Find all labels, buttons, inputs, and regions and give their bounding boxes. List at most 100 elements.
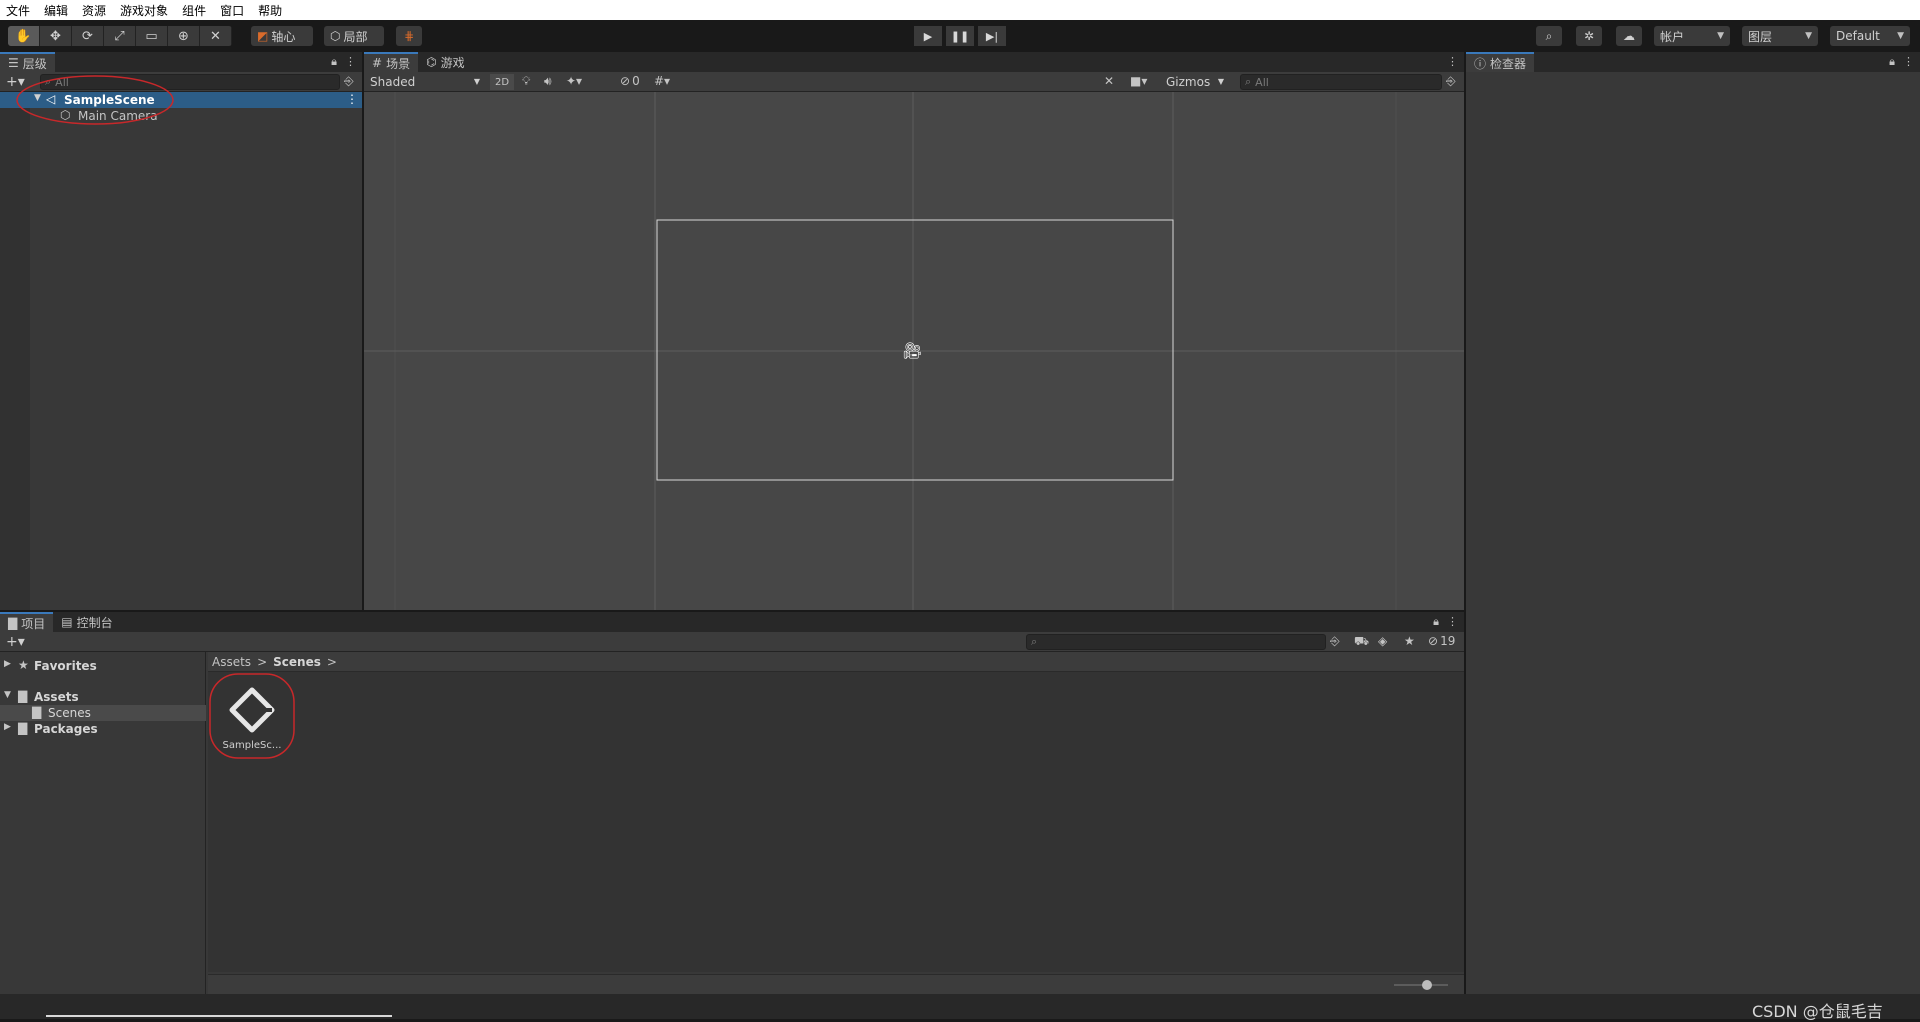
cloud-button[interactable]: ☁ bbox=[1616, 26, 1642, 46]
expand-arrow-icon[interactable]: ▶ bbox=[4, 722, 11, 732]
folder-icon: ▇ bbox=[32, 705, 42, 719]
create-add-button[interactable]: +▾ bbox=[6, 634, 25, 650]
shading-mode-label: Shaded bbox=[370, 74, 416, 89]
menu-assets[interactable]: 资源 bbox=[82, 2, 106, 19]
tree-item-packages[interactable]: ▶ ▇ Packages bbox=[0, 721, 206, 737]
menu-gameobject[interactable]: 游戏对象 bbox=[120, 2, 168, 19]
search-button[interactable]: ⌕ bbox=[1536, 26, 1562, 46]
tools-icon[interactable]: ✕ bbox=[1104, 74, 1114, 88]
hidden-packages-toggle[interactable]: ⊘ 19 bbox=[1428, 634, 1455, 648]
project-search-input[interactable]: ⌕ bbox=[1026, 634, 1326, 650]
grid-icon: # bbox=[372, 56, 383, 70]
folder-open-icon: ▇ bbox=[18, 689, 28, 703]
tree-item-assets[interactable]: ▼ ▇ Assets bbox=[0, 689, 206, 705]
label-tag-icon[interactable]: ◈ bbox=[1378, 634, 1387, 648]
toggle-2d-button[interactable]: 2D bbox=[490, 74, 514, 90]
rect-tool-icon[interactable]: ▭ bbox=[136, 26, 168, 46]
breadcrumb-separator-icon: > bbox=[257, 654, 268, 669]
star-icon: ★ bbox=[18, 658, 29, 672]
hierarchy-tabbar: ☰ 层级 🔒︎ ⋮ bbox=[0, 52, 362, 72]
tab-console-label: 控制台 bbox=[76, 615, 113, 630]
local-cube-icon: ⬡ bbox=[330, 29, 341, 43]
icon-size-slider-handle[interactable] bbox=[1422, 980, 1432, 990]
tree-item-scenes[interactable]: ▇ Scenes bbox=[0, 705, 206, 721]
layout-dropdown[interactable]: Default ▼ bbox=[1830, 26, 1910, 46]
search-by-type-icon[interactable]: ⎆ bbox=[344, 74, 354, 89]
inspector-tab-icons: 🔒︎ ⋮ bbox=[1889, 55, 1914, 69]
hidden-objects-toggle[interactable]: ⊘ 0 bbox=[620, 74, 640, 88]
lock-icon[interactable]: 🔒︎ bbox=[1889, 55, 1895, 69]
progress-line bbox=[46, 1015, 392, 1017]
eye-off-icon: ⊘ bbox=[620, 74, 631, 88]
tab-project[interactable]: ▇ 项目 bbox=[0, 612, 54, 632]
audio-icon[interactable]: 🔊︎ bbox=[544, 74, 552, 89]
custom-tool-icon[interactable]: ✕ bbox=[200, 26, 232, 46]
grid-snap-button[interactable]: ⋕ bbox=[396, 26, 422, 46]
scale-tool-icon[interactable]: ⤢ bbox=[104, 26, 136, 46]
pause-button[interactable]: ❚❚ bbox=[946, 26, 974, 46]
breadcrumb-assets[interactable]: Assets bbox=[212, 655, 251, 669]
menu-window[interactable]: 窗口 bbox=[220, 2, 244, 19]
play-button[interactable]: ▶ bbox=[914, 26, 942, 46]
annotation-circle-asset bbox=[209, 673, 295, 759]
tab-console[interactable]: ▤ 控制台 bbox=[53, 612, 120, 632]
project-tabbar: ▇ 项目 ▤ 控制台 🔒︎ ⋮ bbox=[0, 612, 1464, 632]
hidden-packages-count: 19 bbox=[1440, 634, 1456, 648]
menu-edit[interactable]: 编辑 bbox=[44, 2, 68, 19]
step-button[interactable]: ▶| bbox=[978, 26, 1006, 46]
rotate-tool-icon[interactable]: ⟳ bbox=[72, 26, 104, 46]
inspector-tabbar: ⓘ 检查器 🔒︎ ⋮ bbox=[1466, 52, 1920, 72]
camera-icon[interactable]: ■▾ bbox=[1130, 74, 1147, 88]
menu-component[interactable]: 组件 bbox=[182, 2, 206, 19]
tab-project-label: 项目 bbox=[21, 616, 46, 631]
services-button[interactable]: ✲ bbox=[1576, 26, 1602, 46]
lock-icon[interactable]: 🔒︎ bbox=[331, 55, 337, 69]
move-tool-icon[interactable]: ✥ bbox=[40, 26, 72, 46]
more-menu-icon[interactable]: ⋮ bbox=[345, 55, 356, 69]
breadcrumb-separator-icon: > bbox=[326, 654, 337, 669]
breadcrumb-scenes[interactable]: Scenes bbox=[273, 655, 321, 669]
icon-size-slider-track[interactable] bbox=[1394, 984, 1448, 986]
effects-icon[interactable]: ✦▾ bbox=[566, 74, 582, 88]
transform-tool-icon[interactable]: ⊕ bbox=[168, 26, 200, 46]
grid-settings-icon[interactable]: #▾ bbox=[654, 74, 670, 88]
pivot-toggle[interactable]: ◩ 轴心 bbox=[251, 26, 313, 46]
scene-more-icon[interactable]: ⋮ bbox=[346, 92, 358, 106]
filter-type-icon[interactable]: ⛟ bbox=[1354, 634, 1369, 650]
lighting-icon[interactable]: 💡︎ bbox=[522, 74, 530, 89]
tab-inspector[interactable]: ⓘ 检查器 bbox=[1466, 52, 1535, 72]
pivot-icon: ◩ bbox=[257, 29, 269, 43]
lock-icon[interactable]: 🔒︎ bbox=[1433, 615, 1439, 629]
camera-gizmo-icon[interactable]: 🎥︎ bbox=[902, 341, 922, 360]
local-toggle[interactable]: ⬡ 局部 bbox=[324, 26, 384, 46]
asset-item[interactable]: SampleSc... bbox=[209, 673, 295, 759]
scene-search-input[interactable]: ⌕ All bbox=[1240, 74, 1442, 90]
tab-scene[interactable]: # 场景 bbox=[364, 52, 419, 72]
tab-hierarchy[interactable]: ☰ 层级 bbox=[0, 52, 55, 72]
more-menu-icon[interactable]: ⋮ bbox=[1447, 615, 1458, 629]
scene-viewport[interactable]: 🎥︎ bbox=[364, 92, 1464, 610]
tree-label-scenes: Scenes bbox=[48, 706, 91, 720]
search-by-type-icon[interactable]: ⎆ bbox=[1330, 634, 1340, 649]
local-label: 局部 bbox=[343, 29, 368, 44]
menu-help[interactable]: 帮助 bbox=[258, 2, 282, 19]
chevron-down-icon: ▼ bbox=[473, 77, 480, 86]
layers-dropdown[interactable]: 图层 ▼ bbox=[1742, 26, 1818, 46]
hand-tool-icon[interactable]: ✋ bbox=[8, 26, 40, 46]
tree-item-favorites[interactable]: ▶ ★ Favorites bbox=[0, 658, 206, 674]
watermark: CSDN @仓鼠毛吉 bbox=[1752, 1002, 1883, 1021]
more-menu-icon[interactable]: ⋮ bbox=[1447, 55, 1458, 68]
expand-arrow-icon[interactable]: ▼ bbox=[4, 690, 11, 700]
search-by-type-icon[interactable]: ⎆ bbox=[1446, 74, 1456, 89]
shading-mode-dropdown[interactable]: Shaded ▼ bbox=[366, 73, 484, 90]
favorite-star-icon[interactable]: ★ bbox=[1404, 634, 1415, 648]
gamepad-icon: ⌬ bbox=[426, 55, 437, 69]
expand-arrow-icon[interactable]: ▶ bbox=[4, 659, 11, 669]
layout-label: Default bbox=[1836, 29, 1880, 43]
list-icon: ☰ bbox=[8, 56, 19, 70]
more-menu-icon[interactable]: ⋮ bbox=[1903, 55, 1914, 69]
tab-game[interactable]: ⌬ 游戏 bbox=[418, 52, 473, 72]
account-dropdown[interactable]: 帐户 ▼ bbox=[1654, 26, 1730, 46]
gizmos-dropdown[interactable]: Gizmos ▼ bbox=[1162, 73, 1228, 90]
menu-file[interactable]: 文件 bbox=[6, 2, 30, 19]
